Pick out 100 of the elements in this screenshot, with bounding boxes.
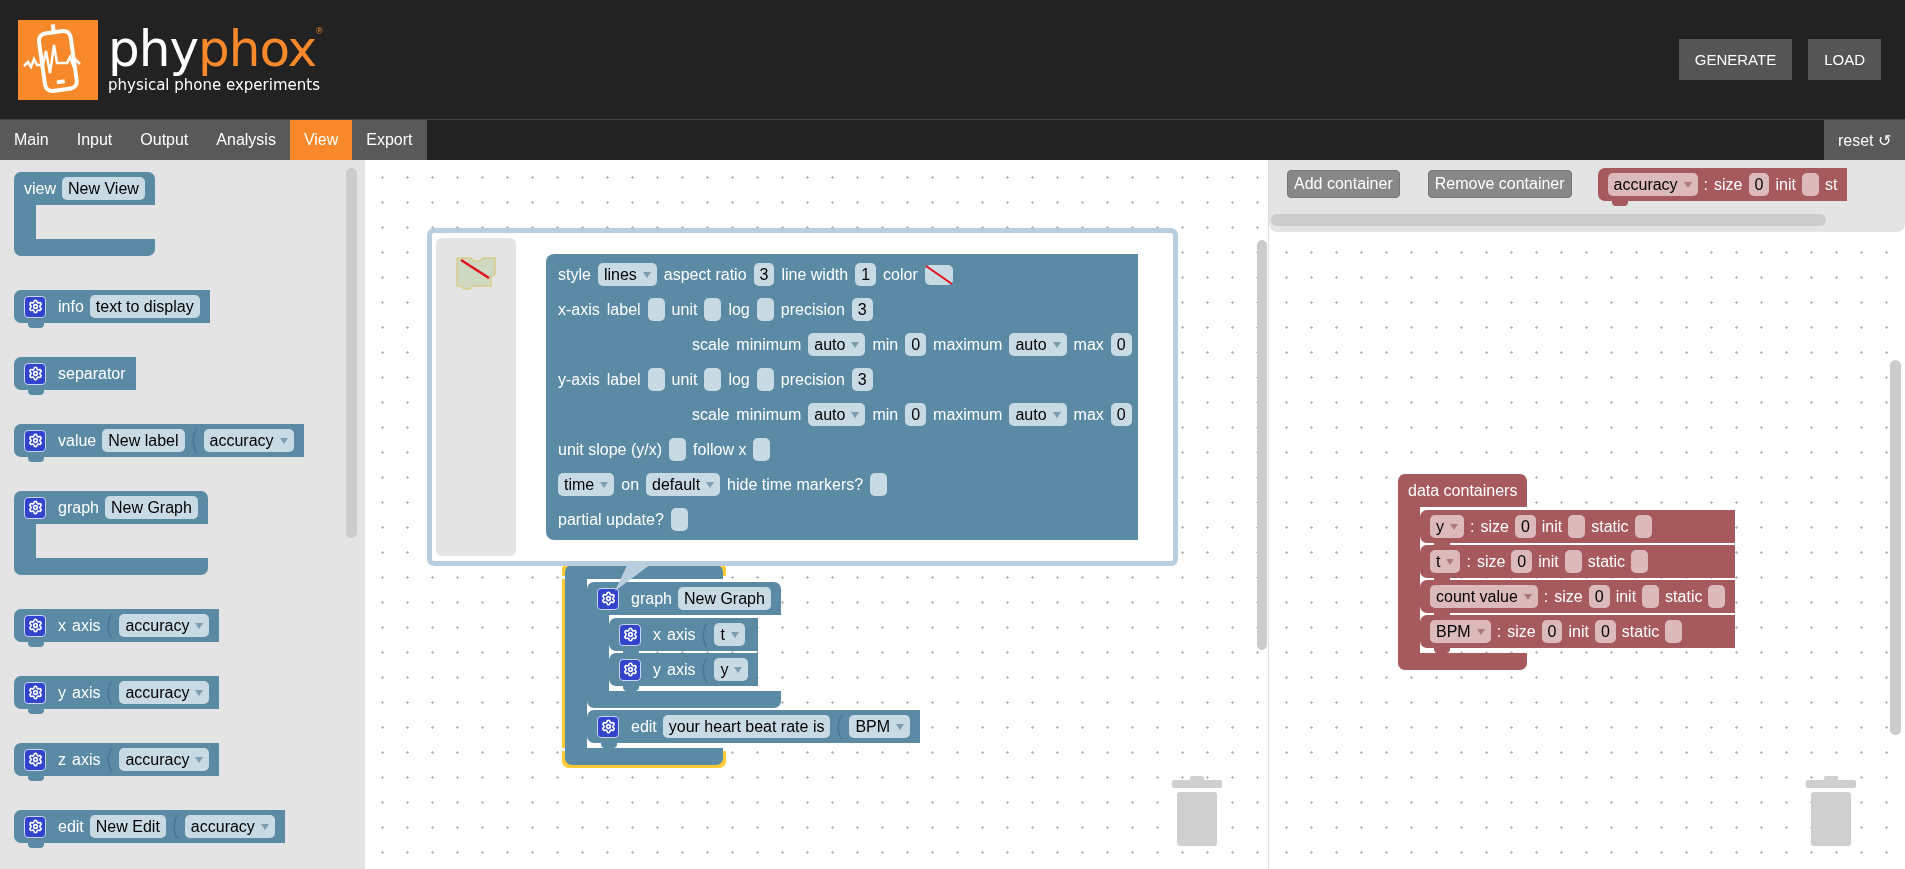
block-label: x xyxy=(653,625,661,644)
dropdown[interactable]: accuracy xyxy=(1607,173,1698,196)
tab[interactable]: Export xyxy=(352,120,427,160)
block-label: precision xyxy=(780,300,845,319)
checkbox[interactable] xyxy=(1564,550,1582,573)
block-label: y xyxy=(58,683,66,702)
checkbox[interactable] xyxy=(756,368,774,391)
trash-icon[interactable] xyxy=(1170,776,1224,846)
text-field[interactable]: 0 xyxy=(1541,620,1563,643)
gear-icon[interactable] xyxy=(24,815,46,838)
text-field[interactable]: 0 xyxy=(1514,515,1536,538)
dropdown[interactable]: default xyxy=(646,473,721,496)
checkbox[interactable] xyxy=(647,298,665,321)
text-field[interactable]: 3 xyxy=(753,263,775,286)
text-field[interactable]: 0 xyxy=(1748,173,1770,196)
block-icon[interactable] xyxy=(453,254,499,290)
dropdown[interactable]: auto xyxy=(1009,333,1067,356)
dropdown[interactable]: y xyxy=(1430,515,1464,538)
dropdown[interactable]: accuracy xyxy=(119,748,210,771)
gear-icon[interactable] xyxy=(24,681,46,704)
checkbox[interactable] xyxy=(669,438,687,461)
checkbox[interactable] xyxy=(1708,585,1726,608)
dropdown[interactable]: accuracy xyxy=(119,614,210,637)
text-field[interactable]: 0 xyxy=(905,403,927,426)
scrollbar[interactable] xyxy=(1257,240,1267,650)
container-button[interactable]: Add container xyxy=(1287,170,1400,198)
scrollbar[interactable] xyxy=(1890,360,1901,735)
dropdown[interactable]: auto xyxy=(1009,403,1067,426)
gear-icon[interactable] xyxy=(24,295,46,318)
gear-icon[interactable] xyxy=(24,748,46,771)
dropdown[interactable]: accuracy xyxy=(119,681,210,704)
block-label: : xyxy=(1543,587,1549,606)
dropdown[interactable]: BPM xyxy=(1430,620,1491,643)
checkbox[interactable] xyxy=(704,298,722,321)
checkbox[interactable] xyxy=(1665,620,1683,643)
checkbox[interactable] xyxy=(704,368,722,391)
text-field[interactable]: text to display xyxy=(89,295,200,318)
checkbox[interactable] xyxy=(756,298,774,321)
checkbox[interactable] xyxy=(647,368,665,391)
checkbox[interactable] xyxy=(1634,515,1652,538)
container-button[interactable]: Remove container xyxy=(1427,170,1572,198)
text-field[interactable]: New View xyxy=(62,177,145,200)
graph-settings-block[interactable] xyxy=(546,254,1138,540)
gear-icon[interactable] xyxy=(24,362,46,385)
tab[interactable]: Analysis xyxy=(202,120,290,160)
dropdown[interactable]: lines xyxy=(597,263,657,286)
tab[interactable]: Input xyxy=(62,120,127,160)
tab[interactable]: Main xyxy=(0,120,63,160)
text-field[interactable]: 3 xyxy=(851,368,873,391)
header-button[interactable]: LOAD xyxy=(1808,39,1881,80)
checkbox[interactable] xyxy=(1801,173,1819,196)
text-field[interactable]: 0 xyxy=(1588,585,1610,608)
header-button[interactable]: GENERATE xyxy=(1678,39,1793,80)
block-header[interactable]: view New View xyxy=(14,172,155,205)
block-header[interactable]: graph New Graph xyxy=(14,491,208,524)
text-field[interactable]: New Graph xyxy=(104,496,198,519)
tab[interactable]: Output xyxy=(126,120,203,160)
text-field[interactable]: New Edit xyxy=(89,815,166,838)
gear-icon[interactable] xyxy=(24,496,46,519)
gear-icon[interactable] xyxy=(597,587,619,610)
text-field[interactable]: 1 xyxy=(855,263,877,286)
gear-icon[interactable] xyxy=(24,614,46,637)
dropdown[interactable]: accuracy xyxy=(184,815,275,838)
block-header[interactable]: graph New Graph xyxy=(587,582,781,615)
block-header[interactable]: data containers xyxy=(1398,474,1528,507)
dropdown[interactable]: y xyxy=(714,658,749,681)
color-swatch[interactable] xyxy=(924,264,953,285)
dropdown[interactable]: t xyxy=(1430,550,1461,573)
text-field[interactable]: 0 xyxy=(1110,403,1132,426)
checkbox[interactable] xyxy=(1631,550,1649,573)
gear-icon[interactable] xyxy=(597,715,619,738)
text-field[interactable]: 0 xyxy=(1110,333,1132,356)
gear-icon[interactable] xyxy=(619,623,641,646)
text-field[interactable]: New Graph xyxy=(677,587,771,610)
gear-icon[interactable] xyxy=(619,658,641,681)
dropdown[interactable]: BPM xyxy=(849,715,911,738)
dropdown[interactable]: time xyxy=(558,473,615,496)
checkbox[interactable] xyxy=(1642,585,1660,608)
checkbox[interactable] xyxy=(1568,515,1586,538)
gear-icon[interactable] xyxy=(24,429,46,452)
trash-icon[interactable] xyxy=(1804,776,1858,846)
block-label: st xyxy=(1824,175,1838,194)
reset-button[interactable]: reset ↺ xyxy=(1824,120,1905,160)
dropdown[interactable]: count value xyxy=(1430,585,1538,608)
dropdown[interactable]: auto xyxy=(808,333,866,356)
text-field[interactable]: your heart beat rate is xyxy=(662,715,831,738)
dropdown[interactable]: accuracy xyxy=(203,429,294,452)
text-field[interactable]: 3 xyxy=(851,298,873,321)
text-field[interactable]: New label xyxy=(102,429,185,452)
checkbox[interactable] xyxy=(753,438,771,461)
checkbox[interactable] xyxy=(670,508,688,531)
dropdown[interactable]: t xyxy=(714,623,745,646)
scrollbar[interactable] xyxy=(1271,214,1826,226)
text-field[interactable]: 0 xyxy=(1511,550,1533,573)
checkbox[interactable] xyxy=(870,473,888,496)
dropdown[interactable]: auto xyxy=(808,403,866,426)
scrollbar[interactable] xyxy=(346,168,357,538)
text-field[interactable]: 0 xyxy=(1594,620,1616,643)
text-field[interactable]: 0 xyxy=(905,333,927,356)
block-label: static xyxy=(1587,552,1626,571)
